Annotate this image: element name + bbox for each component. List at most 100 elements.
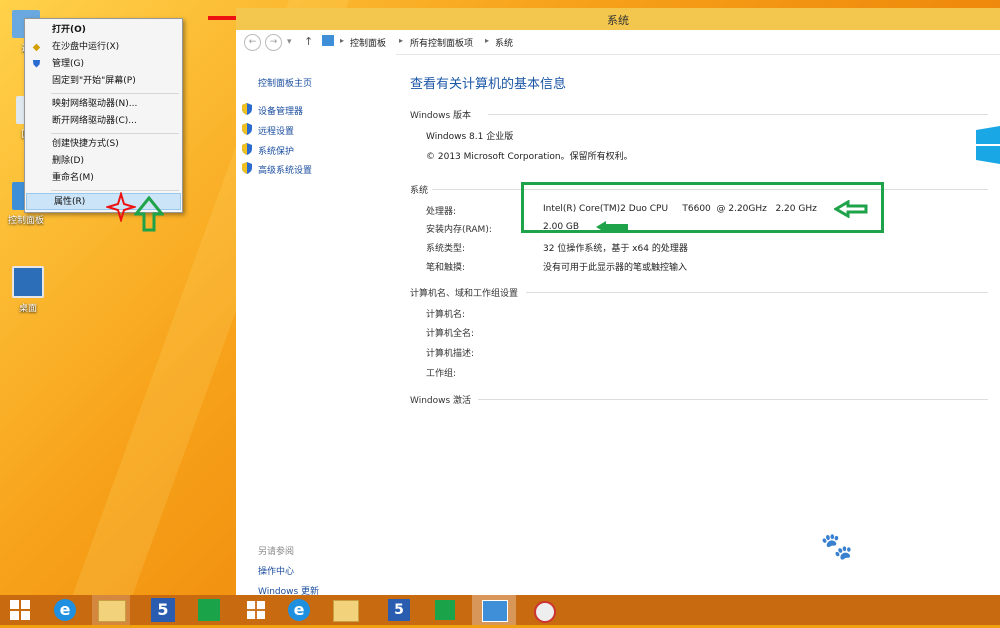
full-computer-name-label: 计算机全名: — [426, 329, 475, 339]
taskbar-ie-2[interactable]: e — [280, 595, 318, 625]
paw-icon: 🐾 — [820, 532, 853, 562]
green-left-arrow-annotation-icon — [596, 221, 628, 233]
taskbar-explorer-2[interactable] — [326, 595, 364, 625]
remote-settings-link[interactable]: 远程设置 — [258, 124, 294, 137]
store-icon — [198, 599, 220, 621]
windows-edition-section: Windows 版本 — [410, 111, 472, 121]
chevron-right-icon: ▸ — [485, 36, 490, 45]
system-section: 系统 — [410, 186, 429, 196]
menu-item-delete[interactable]: 删除(D) — [25, 153, 182, 170]
paint-icon — [534, 601, 556, 623]
taskbar-paint[interactable] — [524, 595, 562, 625]
title-bar: 系统 — [236, 8, 1000, 30]
store-icon — [435, 600, 455, 620]
taskbar-ie[interactable]: e — [46, 595, 84, 625]
system-type-value: 32 位操作系统，基于 x64 的处理器 — [543, 244, 688, 254]
monitor-icon — [12, 266, 44, 298]
divider — [526, 292, 988, 293]
back-button[interactable]: ← — [244, 34, 261, 51]
menu-separator — [51, 133, 179, 134]
forward-button[interactable]: → — [265, 34, 282, 51]
processor-label: 处理器: — [426, 207, 457, 217]
up-button[interactable]: ↑ — [304, 35, 313, 48]
baidu-watermark: Bai🐾du 经验 jingyan.baidu.com — [760, 520, 964, 580]
page-title: 查看有关计算机的基本信息 — [410, 77, 567, 92]
taskbar-control-panel[interactable] — [472, 595, 516, 625]
menu-item-map-drive[interactable]: 映射网络驱动器(N)... — [25, 96, 182, 113]
menu-item-pin-start[interactable]: 固定到"开始"屏幕(P) — [25, 73, 182, 90]
menu-item-rename[interactable]: 重命名(M) — [25, 170, 182, 187]
green-left-arrow-annotation-icon — [834, 200, 868, 218]
menu-item-sandbox[interactable]: ◆ 在沙盘中运行(X) — [25, 39, 182, 56]
divider — [478, 399, 988, 400]
recent-dropdown-icon[interactable]: ▾ — [287, 37, 292, 47]
highlight-box-annotation — [521, 182, 884, 233]
shield-icon — [242, 123, 252, 135]
watermark-url: jingyan.baidu.com — [766, 564, 896, 580]
sandbox-icon: ◆ — [32, 42, 41, 53]
internet-explorer-icon: e — [54, 599, 76, 621]
menu-item-manage[interactable]: ⛊ 管理(G) — [25, 56, 182, 73]
left-pane: 控制面板主页 设备管理器 远程设置 系统保护 高级系统设置 另请参阅 操作中心 … — [236, 54, 396, 603]
app-5-icon: 5 — [388, 599, 410, 621]
action-center-link[interactable]: 操作中心 — [258, 564, 294, 577]
taskbar-app5-2[interactable]: 5 — [380, 595, 418, 625]
folder-icon — [98, 600, 126, 622]
address-bar: ← → ▾ ↑ ▸ 控制面板 ▸ 所有控制面板项 ▸ 系统 — [236, 30, 1000, 55]
menu-separator — [51, 93, 179, 94]
taskbar-app5[interactable]: 5 — [144, 595, 182, 625]
menu-item-open[interactable]: 打开(O) — [25, 22, 182, 39]
windows-logo-icon — [976, 126, 1000, 164]
ram-label: 安装内存(RAM): — [426, 225, 492, 235]
windows-logo-icon — [10, 600, 30, 620]
system-window: 系统 ← → ▾ ↑ ▸ 控制面板 ▸ 所有控制面板项 ▸ 系统 控制面板主页 … — [236, 8, 1000, 603]
app-5-icon: 5 — [151, 598, 175, 622]
control-panel-small-icon — [322, 35, 334, 46]
breadcrumb-all-items[interactable]: 所有控制面板项 — [410, 36, 473, 49]
menu-separator — [51, 190, 179, 191]
start-button[interactable] — [2, 595, 40, 625]
taskbar-start-2[interactable] — [238, 595, 276, 625]
windows-logo-icon — [247, 601, 265, 619]
folder-icon — [333, 600, 359, 622]
breadcrumb-control-panel[interactable]: 控制面板 — [350, 36, 386, 49]
taskbar-explorer[interactable] — [92, 595, 130, 625]
breadcrumb-system[interactable]: 系统 — [495, 36, 513, 49]
watermark-cn: 经验 — [904, 528, 965, 563]
advanced-system-settings-link[interactable]: 高级系统设置 — [258, 163, 312, 176]
desktop-icon-desktop[interactable]: 桌面 — [6, 266, 50, 314]
see-also-title: 另请参阅 — [258, 547, 295, 557]
chevron-right-icon: ▸ — [399, 36, 404, 45]
taskbar-store[interactable] — [190, 595, 228, 625]
device-manager-link[interactable]: 设备管理器 — [258, 104, 303, 117]
menu-item-create-shortcut[interactable]: 创建快捷方式(S) — [25, 136, 182, 153]
divider — [488, 114, 988, 115]
workgroup-label: 工作组: — [426, 369, 457, 379]
computer-name-label: 计算机名: — [426, 310, 466, 320]
chevron-right-icon: ▸ — [340, 36, 345, 45]
internet-explorer-icon: e — [288, 599, 310, 621]
shield-icon — [242, 103, 252, 115]
system-type-label: 系统类型: — [426, 244, 466, 254]
window-title: 系统 — [607, 14, 629, 27]
control-panel-home-link[interactable]: 控制面板主页 — [258, 76, 312, 89]
pen-touch-value: 没有可用于此显示器的笔或触控输入 — [543, 263, 688, 273]
shield-icon: ⛊ — [32, 59, 41, 70]
shield-icon — [242, 143, 252, 155]
watermark-brand-2: du — [852, 524, 902, 564]
control-panel-icon — [482, 600, 508, 622]
red-star-annotation-icon — [106, 192, 136, 222]
taskbar-store-2[interactable] — [426, 595, 464, 625]
edition-value: Windows 8.1 企业版 — [426, 132, 514, 142]
watermark-brand: Bai — [760, 524, 821, 564]
taskbar: e 5 e 5 — [0, 595, 1000, 625]
pen-touch-label: 笔和触摸: — [426, 263, 466, 273]
computer-name-section: 计算机名、域和工作组设置 — [410, 289, 519, 299]
menu-item-disconnect-drive[interactable]: 断开网络驱动器(C)... — [25, 113, 182, 130]
shield-icon — [242, 162, 252, 174]
activation-section: Windows 激活 — [410, 396, 472, 406]
computer-description-label: 计算机描述: — [426, 349, 475, 359]
context-menu: 打开(O) ◆ 在沙盘中运行(X) ⛊ 管理(G) 固定到"开始"屏幕(P) 映… — [24, 18, 183, 213]
system-protection-link[interactable]: 系统保护 — [258, 144, 294, 157]
copyright-text: © 2013 Microsoft Corporation。保留所有权利。 — [426, 152, 633, 162]
